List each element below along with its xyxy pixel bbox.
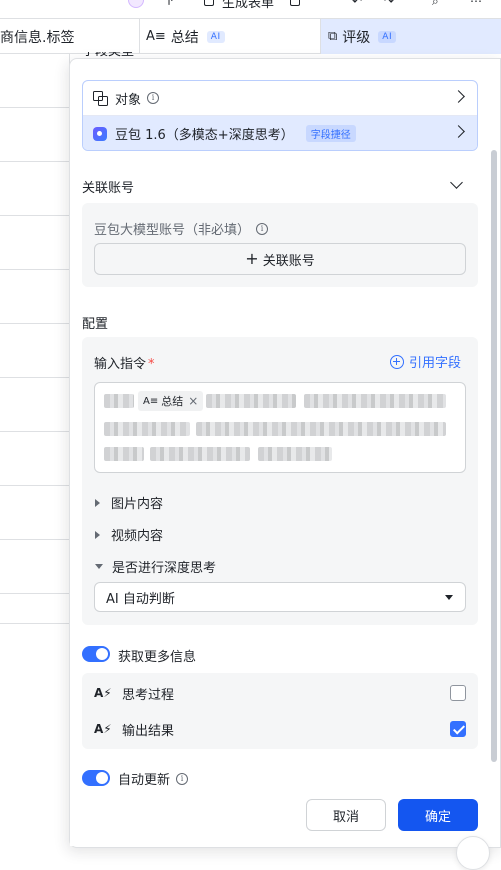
share-icon[interactable]: ↱	[166, 0, 176, 8]
instruction-label: 输入指令 *	[94, 353, 155, 372]
ai-text-icon: A⚡	[94, 686, 112, 700]
blurred-text	[104, 394, 134, 408]
blurred-text	[104, 422, 190, 436]
plus-circle-icon	[390, 354, 404, 369]
column-header-tags[interactable]: 商信息.标签	[0, 19, 140, 54]
option-label: 对象	[115, 92, 142, 108]
info-icon: i	[176, 772, 189, 785]
text-lines-icon: A≡	[146, 29, 166, 44]
table-row[interactable]	[0, 216, 70, 270]
column-header-rating[interactable]: ⧉ 评级 AI	[321, 19, 501, 54]
more-icon[interactable]: ⋯	[470, 0, 482, 8]
blurred-text	[258, 447, 332, 461]
table-row[interactable]	[0, 108, 70, 162]
caret-down-icon	[445, 595, 453, 600]
video-content-toggle[interactable]: 视频内容	[95, 525, 163, 544]
copy-icon: ⧉	[328, 29, 338, 44]
info-icon: i	[256, 222, 269, 235]
panel-scrollbar[interactable]	[491, 150, 497, 762]
export-icon[interactable]	[290, 0, 300, 6]
table-row[interactable]	[0, 594, 70, 624]
deep-thinking-toggle[interactable]: 是否进行深度思考	[95, 557, 216, 576]
text-lines-icon: A≡	[143, 395, 159, 407]
blurred-text	[104, 447, 144, 461]
field-type-section-title: 字段类型	[82, 52, 134, 62]
table-row[interactable]	[0, 54, 70, 108]
option-label: 豆包 1.6（多模态+深度思考）	[115, 128, 294, 143]
reference-field-label: 引用字段	[409, 356, 462, 371]
info-icon: i	[147, 92, 160, 104]
column-title: 总结	[170, 29, 199, 46]
ai-badge: AI	[378, 30, 397, 43]
image-content-toggle[interactable]: 图片内容	[95, 493, 163, 512]
ai-badge: AI	[206, 30, 225, 43]
table-row[interactable]	[0, 324, 70, 378]
video-content-label: 视频内容	[111, 529, 164, 544]
field-type-selector: 对象 i 豆包 1.6（多模态+深度思考） 字段捷径	[82, 80, 478, 151]
chevron-right-icon	[452, 90, 465, 103]
chevron-right-icon	[452, 125, 465, 138]
thinking-process-checkbox[interactable]	[450, 685, 466, 701]
caret-down-icon	[95, 564, 103, 569]
deep-thinking-value: AI 自动判断	[106, 591, 175, 607]
more-info-label: 获取更多信息	[118, 650, 197, 665]
auto-update-switch[interactable]	[82, 770, 110, 786]
more-info-switch[interactable]	[82, 646, 110, 662]
app-logo-icon[interactable]	[128, 0, 144, 8]
confirm-button[interactable]: 确定	[398, 799, 478, 831]
floating-action-button[interactable]	[456, 836, 490, 870]
blurred-text	[150, 447, 250, 461]
table-body	[0, 54, 70, 624]
redo-icon[interactable]: ↷	[384, 0, 394, 8]
blurred-text	[304, 394, 446, 408]
required-mark: *	[148, 357, 155, 372]
config-title: 配置	[82, 317, 109, 332]
instruction-label-text: 输入指令	[94, 357, 147, 372]
caret-right-icon	[95, 498, 100, 507]
account-label-text: 豆包大模型账号（非必填）	[94, 223, 251, 238]
linked-account-title: 关联账号	[82, 181, 135, 196]
image-content-label: 图片内容	[111, 497, 164, 512]
column-title: 评级	[342, 29, 371, 46]
table-row[interactable]	[0, 486, 70, 540]
account-label: 豆包大模型账号（非必填） i	[94, 219, 269, 238]
cancel-button[interactable]: 取消	[306, 799, 386, 831]
doubao-logo-icon	[93, 126, 107, 141]
top-toolbar: ↱ 生成表单 ↶ ↷ ⌕ ⋯	[0, 0, 501, 18]
caret-right-icon	[95, 530, 100, 539]
table-header: 商信息.标签 A≡ 总结 AI ⧉ 评级 AI	[0, 18, 501, 54]
blurred-text	[196, 422, 446, 436]
field-type-option-object[interactable]: 对象 i	[83, 81, 477, 116]
field-reference-chip[interactable]: A≡ 总结 ×	[138, 391, 204, 411]
close-icon[interactable]: ×	[188, 394, 198, 408]
link-account-button[interactable]: + 关联账号	[94, 243, 466, 275]
ai-text-icon: A⚡	[94, 722, 112, 736]
plus-icon: +	[245, 249, 259, 268]
table-row[interactable]	[0, 540, 70, 594]
column-title: 商信息.标签	[0, 29, 75, 46]
chip-label: 总结	[161, 395, 184, 408]
table-row[interactable]	[0, 162, 70, 216]
deep-thinking-label: 是否进行深度思考	[112, 561, 217, 576]
field-type-option-doubao[interactable]: 豆包 1.6（多模态+深度思考） 字段捷径	[83, 116, 477, 150]
table-row[interactable]	[0, 432, 70, 486]
form-icon	[204, 0, 214, 6]
table-row[interactable]	[0, 378, 70, 432]
undo-icon[interactable]: ↶	[352, 0, 362, 8]
deep-thinking-select[interactable]: AI 自动判断	[94, 582, 466, 612]
reference-field-button[interactable]: 引用字段	[390, 352, 461, 371]
link-account-label: 关联账号	[262, 253, 315, 269]
option-label: 思考过程	[122, 687, 175, 703]
blurred-text	[206, 394, 296, 408]
copy-icon	[93, 91, 108, 106]
column-header-summary[interactable]: A≡ 总结 AI	[140, 19, 321, 54]
option-thinking-process: A⚡ 思考过程	[94, 681, 466, 705]
field-shortcut-badge: 字段捷径	[305, 125, 356, 142]
search-icon[interactable]: ⌕	[432, 0, 439, 9]
table-row[interactable]	[0, 270, 70, 324]
output-result-checkbox[interactable]	[450, 721, 466, 737]
option-label: 输出结果	[122, 723, 175, 739]
generate-form-button[interactable]: 生成表单	[222, 0, 274, 11]
option-output-result: A⚡ 输出结果	[94, 717, 466, 741]
